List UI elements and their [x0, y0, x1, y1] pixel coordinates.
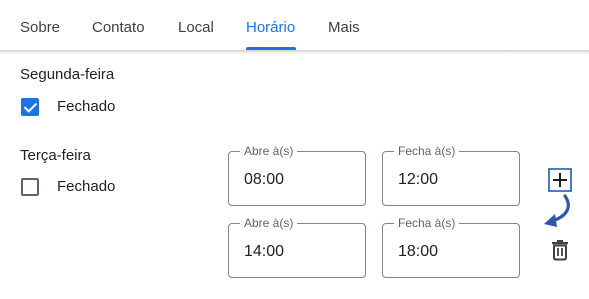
open-time-value-2: 14:00 — [244, 243, 285, 260]
close-time-field-2[interactable]: Fecha à(s) 18:00 — [382, 216, 520, 278]
plus-icon — [548, 168, 572, 192]
open-time-label-1: Abre à(s) — [240, 144, 298, 158]
open-time-value-1: 08:00 — [244, 171, 285, 188]
tab-contato[interactable]: Contato — [92, 19, 145, 36]
close-time-label-1: Fecha à(s) — [394, 144, 460, 158]
trash-icon — [552, 240, 568, 261]
closed-checkbox-segunda[interactable] — [21, 98, 39, 116]
tab-local[interactable]: Local — [178, 19, 214, 36]
delete-time-range-button[interactable] — [550, 239, 570, 261]
open-time-label-2: Abre à(s) — [240, 216, 298, 230]
tab-sobre[interactable]: Sobre — [20, 19, 60, 36]
tab-bar: Sobre Contato Local Horário Mais — [0, 0, 589, 51]
add-time-range-button[interactable] — [548, 168, 572, 192]
tab-bar-divider — [0, 50, 589, 54]
day-label-terca: Terça-feira — [20, 147, 91, 164]
open-time-field-1[interactable]: Abre à(s) 08:00 — [228, 144, 366, 206]
closed-label-segunda: Fechado — [57, 98, 116, 115]
close-time-value-2: 18:00 — [398, 243, 439, 260]
close-time-label-2: Fecha à(s) — [394, 216, 460, 230]
closed-label-terca: Fechado — [57, 178, 116, 195]
open-time-field-2[interactable]: Abre à(s) 14:00 — [228, 216, 366, 278]
close-time-value-1: 12:00 — [398, 171, 439, 188]
tab-mais[interactable]: Mais — [328, 19, 360, 36]
tab-horario[interactable]: Horário — [246, 19, 295, 36]
curved-arrow-icon — [544, 194, 570, 227]
close-time-field-1[interactable]: Fecha à(s) 12:00 — [382, 144, 520, 206]
closed-checkbox-terca[interactable] — [21, 178, 39, 196]
day-label-segunda: Segunda-feira — [20, 66, 115, 83]
